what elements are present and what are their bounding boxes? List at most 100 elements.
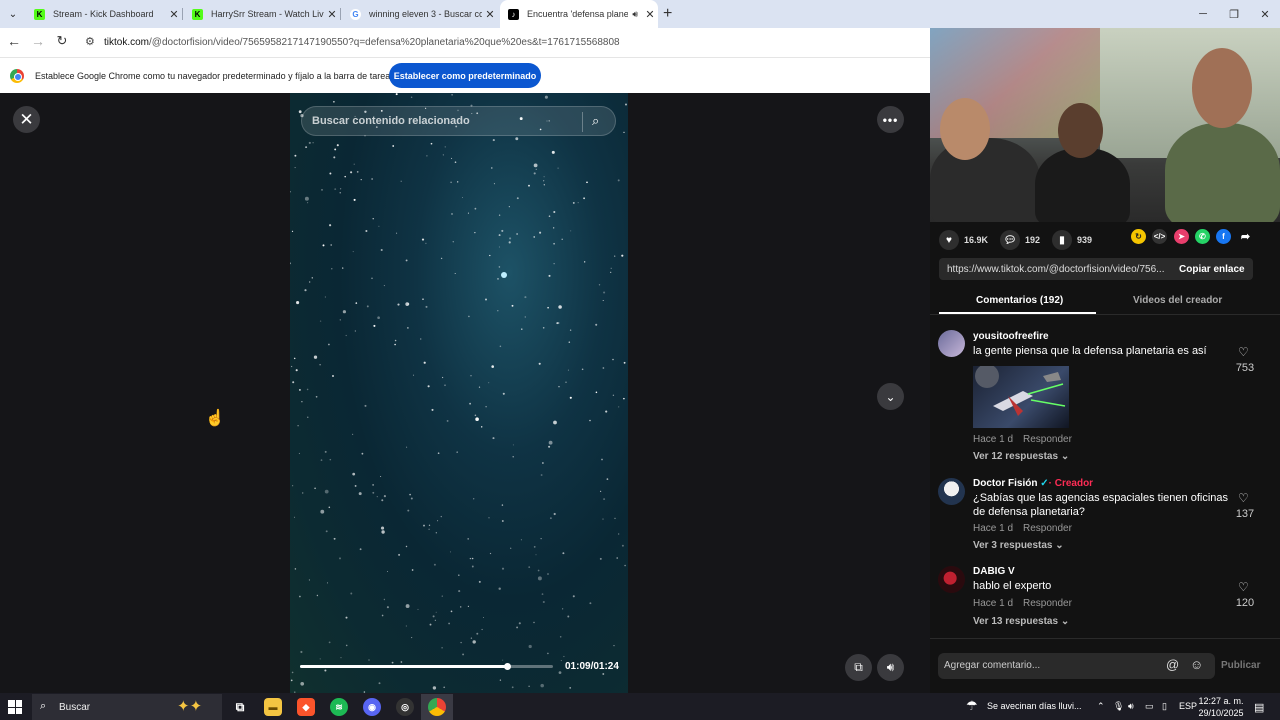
tray-chevron-icon[interactable]: ⌃ xyxy=(1097,701,1105,712)
star xyxy=(294,568,297,570)
like-button[interactable]: ♥ 16.9K xyxy=(939,230,988,250)
back-icon[interactable]: ← xyxy=(4,33,24,49)
star xyxy=(569,687,572,689)
whatsapp-icon[interactable]: ✆ xyxy=(1195,229,1210,244)
comment-gif-image[interactable] xyxy=(973,366,1069,428)
battery-icon[interactable]: ▯ xyxy=(1162,701,1167,712)
star xyxy=(572,595,575,598)
star xyxy=(467,538,470,540)
task-view-icon[interactable]: ⧉ xyxy=(231,698,249,716)
star xyxy=(478,386,481,388)
site-info-icon[interactable]: ⚙ xyxy=(85,35,95,48)
view-replies-button[interactable]: Ver 3 respuestas ⌄ xyxy=(973,540,1064,551)
network-icon[interactable]: ▭ xyxy=(1145,701,1154,712)
tab-tiktok-active[interactable]: ♪ Encuentra 'defensa planetaria que es' … xyxy=(500,0,658,28)
share-arrow-icon[interactable]: ➦ xyxy=(1238,229,1253,244)
comment-like-icon[interactable]: ♡ xyxy=(1238,491,1249,505)
notifications-icon[interactable]: ▤ xyxy=(1254,701,1264,714)
tab-comments[interactable]: Comentarios (192) xyxy=(976,295,1063,306)
brave-icon[interactable]: ◆ xyxy=(297,698,315,716)
copy-link-button[interactable]: Copiar enlace xyxy=(1179,264,1245,275)
video-player[interactable] xyxy=(290,93,628,693)
reply-button[interactable]: Responder xyxy=(1023,523,1072,534)
embed-icon[interactable]: </> xyxy=(1152,229,1167,244)
comment-button[interactable]: 💬︎ 192 xyxy=(1000,230,1040,250)
volume-button[interactable]: 🔊︎ xyxy=(877,654,904,681)
close-tab-icon[interactable]: ✕ xyxy=(324,8,340,21)
view-replies-button[interactable]: Ver 13 respuestas ⌄ xyxy=(973,616,1069,627)
tab-harrysrr-stream[interactable]: K HarrySrr Stream - Watch Live on Kick ✕ xyxy=(184,0,341,28)
comment-like-icon[interactable]: ♡ xyxy=(1238,345,1249,359)
reply-button[interactable]: Responder xyxy=(1023,434,1072,445)
tab-creator-videos[interactable]: Videos del creador xyxy=(1133,295,1222,306)
send-icon[interactable]: ➤ xyxy=(1174,229,1189,244)
star xyxy=(601,458,603,461)
minimize-icon[interactable]: ─ xyxy=(1187,0,1219,28)
star xyxy=(405,259,408,262)
search-icon[interactable]: ⌕ xyxy=(592,113,599,129)
microphone-icon[interactable]: 🎙︎ xyxy=(1113,701,1124,712)
star xyxy=(623,361,626,364)
discord-icon[interactable]: ◉ xyxy=(363,698,381,716)
publish-button[interactable]: Publicar xyxy=(1221,660,1260,671)
video-progress-bar[interactable] xyxy=(300,663,553,670)
file-explorer-icon[interactable]: ▬ xyxy=(264,698,282,716)
restore-icon[interactable]: ❐ xyxy=(1218,0,1250,28)
tab-search-chevron-icon[interactable]: ⌄ xyxy=(0,0,26,28)
next-video-button[interactable]: ⌄ xyxy=(877,383,904,410)
more-options-button[interactable]: ••• xyxy=(877,106,904,133)
save-button[interactable]: ▮ 939 xyxy=(1052,230,1092,250)
comment-username[interactable]: DABIG V xyxy=(973,566,1015,577)
taskbar-search[interactable]: ⌕ Buscar ✦✦ xyxy=(32,694,222,720)
star xyxy=(475,417,479,421)
star xyxy=(443,686,446,689)
spotify-icon[interactable]: ≋ xyxy=(330,698,348,716)
star xyxy=(606,478,609,480)
star xyxy=(491,365,494,368)
tab-google-search[interactable]: G winning eleven 3 - Buscar con Google ✕ xyxy=(342,0,498,28)
view-replies-button[interactable]: Ver 12 respuestas ⌄ xyxy=(973,451,1069,462)
floating-player-button[interactable]: ⧉ xyxy=(845,654,872,681)
related-search-input[interactable]: Buscar contenido relacionado ⌕ xyxy=(301,106,616,136)
mention-icon[interactable]: @ xyxy=(1166,657,1179,672)
chrome-taskbar-icon[interactable] xyxy=(428,698,446,716)
language-indicator[interactable]: ESP xyxy=(1179,701,1197,711)
new-tab-icon[interactable]: + xyxy=(663,5,672,23)
star xyxy=(572,201,575,204)
comment-like-icon[interactable]: ♡ xyxy=(1238,580,1249,594)
close-window-icon[interactable]: ✕ xyxy=(1249,0,1280,28)
close-tab-icon[interactable]: ✕ xyxy=(166,8,182,21)
avatar[interactable] xyxy=(938,330,965,357)
set-default-button[interactable]: Establecer como predeterminado xyxy=(389,63,541,88)
obs-icon[interactable]: ◎ xyxy=(396,698,414,716)
avatar[interactable] xyxy=(938,478,965,505)
star xyxy=(290,365,293,368)
forward-icon[interactable]: → xyxy=(28,33,48,49)
taskbar-clock[interactable]: 12:27 a. m. 29/10/2025 xyxy=(1198,695,1244,719)
reply-button[interactable]: Responder xyxy=(1023,598,1072,609)
star xyxy=(427,385,430,388)
facebook-icon[interactable]: f xyxy=(1216,229,1231,244)
windows-start-icon[interactable] xyxy=(8,700,22,714)
speaker-icon[interactable]: 🔊︎ xyxy=(1128,701,1134,712)
repost-icon[interactable]: ↻ xyxy=(1131,229,1146,244)
weather-text[interactable]: Se avecinan días lluvi... xyxy=(987,701,1082,711)
star xyxy=(448,622,450,625)
star xyxy=(581,368,584,371)
add-comment-input[interactable]: Agregar comentario... @ ☺ xyxy=(938,653,1215,679)
star xyxy=(342,267,344,269)
audio-playing-icon[interactable]: 🔊︎ xyxy=(632,9,638,20)
star xyxy=(309,281,311,283)
emoji-icon[interactable]: ☺ xyxy=(1190,657,1203,672)
reload-icon[interactable]: ↻ xyxy=(52,33,72,49)
close-video-button[interactable]: ✕ xyxy=(13,106,40,133)
close-tab-icon[interactable]: ✕ xyxy=(642,8,658,21)
share-link-text[interactable]: https://www.tiktok.com/@doctorfision/vid… xyxy=(947,264,1167,275)
tab-kick-dashboard[interactable]: K Stream - Kick Dashboard ✕ xyxy=(26,0,183,28)
star xyxy=(577,202,579,204)
comment-username[interactable]: yousitoofreefire xyxy=(973,331,1049,342)
comment-username[interactable]: Doctor Fisión ✓· Creador xyxy=(973,478,1093,489)
avatar[interactable] xyxy=(938,566,965,593)
address-bar[interactable]: tiktok.com/@doctorfision/video/756595821… xyxy=(104,37,620,48)
close-tab-icon[interactable]: ✕ xyxy=(482,8,498,21)
